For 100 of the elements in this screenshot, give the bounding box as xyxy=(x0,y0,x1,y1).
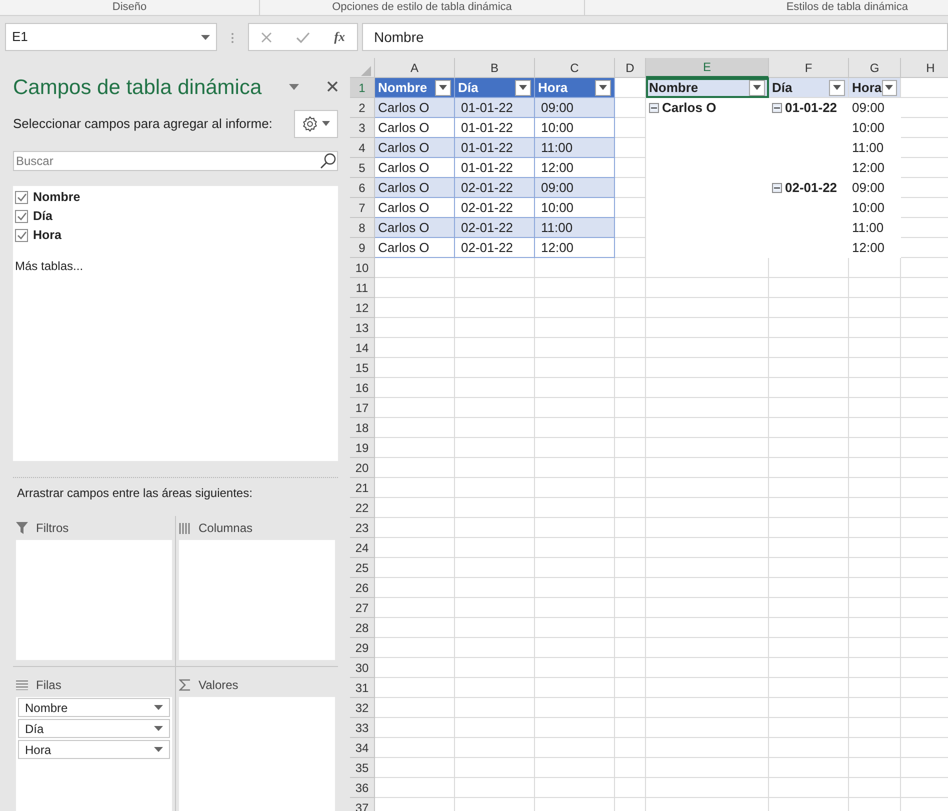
settings-button[interactable] xyxy=(294,110,338,138)
empty-cell[interactable] xyxy=(455,478,535,498)
empty-cell[interactable] xyxy=(455,678,535,698)
insert-function-button[interactable]: fx xyxy=(334,27,345,47)
empty-cell[interactable] xyxy=(615,518,646,538)
empty-cell[interactable] xyxy=(646,738,769,758)
empty-cell[interactable] xyxy=(455,578,535,598)
empty-cell[interactable] xyxy=(769,598,849,618)
empty-cell[interactable] xyxy=(455,718,535,738)
empty-cell[interactable] xyxy=(615,318,646,338)
empty-cell[interactable] xyxy=(535,398,615,418)
empty-cell[interactable] xyxy=(769,298,849,318)
empty-cell[interactable] xyxy=(455,618,535,638)
column-header[interactable]: G xyxy=(849,58,901,78)
empty-cell[interactable] xyxy=(849,378,901,398)
empty-cell[interactable] xyxy=(615,558,646,578)
collapse-icon[interactable] xyxy=(649,102,659,112)
empty-cell[interactable] xyxy=(646,318,769,338)
row-header[interactable]: 11 xyxy=(350,278,375,298)
empty-cell[interactable] xyxy=(769,418,849,438)
empty-cell[interactable] xyxy=(455,418,535,438)
empty-cell[interactable] xyxy=(646,278,769,298)
empty-cell[interactable] xyxy=(646,358,769,378)
column-header[interactable]: C xyxy=(535,58,615,78)
row-header[interactable]: 30 xyxy=(350,658,375,678)
empty-cell[interactable] xyxy=(455,598,535,618)
empty-cell[interactable] xyxy=(849,778,901,798)
empty-cell[interactable] xyxy=(535,418,615,438)
empty-cell[interactable] xyxy=(646,778,769,798)
empty-cell[interactable] xyxy=(615,158,646,178)
column-header[interactable]: F xyxy=(769,58,849,78)
empty-cell[interactable] xyxy=(535,478,615,498)
empty-cell[interactable] xyxy=(615,658,646,678)
empty-cell[interactable] xyxy=(535,638,615,658)
empty-cell[interactable] xyxy=(646,658,769,678)
empty-cell[interactable] xyxy=(455,278,535,298)
empty-cell[interactable] xyxy=(615,738,646,758)
empty-cell[interactable] xyxy=(646,438,769,458)
empty-cell[interactable] xyxy=(769,638,849,658)
empty-cell[interactable] xyxy=(769,318,849,338)
row-header[interactable]: 25 xyxy=(350,558,375,578)
empty-cell[interactable] xyxy=(615,698,646,718)
empty-cell[interactable] xyxy=(646,478,769,498)
empty-cell[interactable] xyxy=(646,518,769,538)
row-header[interactable]: 26 xyxy=(350,578,375,598)
empty-cell[interactable] xyxy=(646,398,769,418)
row-header[interactable]: 12 xyxy=(350,298,375,318)
empty-cell[interactable] xyxy=(849,478,901,498)
empty-cell[interactable] xyxy=(646,618,769,638)
empty-cell[interactable] xyxy=(769,558,849,578)
empty-cell[interactable] xyxy=(615,358,646,378)
checkbox[interactable] xyxy=(15,210,28,222)
empty-cell[interactable] xyxy=(646,458,769,478)
empty-cell[interactable] xyxy=(615,378,646,398)
empty-cell[interactable] xyxy=(535,538,615,558)
row-header[interactable]: 15 xyxy=(350,358,375,378)
empty-cell[interactable] xyxy=(849,638,901,658)
empty-cell[interactable] xyxy=(769,758,849,778)
empty-cell[interactable] xyxy=(849,718,901,738)
empty-cell[interactable] xyxy=(769,458,849,478)
empty-cell[interactable] xyxy=(849,518,901,538)
empty-cell[interactable] xyxy=(615,718,646,738)
empty-cell[interactable] xyxy=(769,778,849,798)
empty-cell[interactable] xyxy=(646,758,769,778)
empty-cell[interactable] xyxy=(535,318,615,338)
empty-cell[interactable] xyxy=(646,598,769,618)
empty-cell[interactable] xyxy=(455,338,535,358)
empty-cell[interactable] xyxy=(615,758,646,778)
column-header[interactable]: B xyxy=(455,58,535,78)
empty-cell[interactable] xyxy=(455,738,535,758)
empty-cell[interactable] xyxy=(535,618,615,638)
close-icon[interactable] xyxy=(327,81,338,92)
empty-cell[interactable] xyxy=(849,278,901,298)
area-field-item[interactable]: Hora xyxy=(18,740,170,759)
empty-cell[interactable] xyxy=(615,598,646,618)
row-header[interactable]: 31 xyxy=(350,678,375,698)
empty-cell[interactable] xyxy=(849,578,901,598)
empty-cell[interactable] xyxy=(615,638,646,658)
row-header[interactable]: 7 xyxy=(350,198,375,218)
empty-cell[interactable] xyxy=(849,318,901,338)
empty-cell[interactable] xyxy=(769,718,849,738)
empty-cell[interactable] xyxy=(849,658,901,678)
empty-cell[interactable] xyxy=(455,658,535,678)
empty-cell[interactable] xyxy=(455,698,535,718)
empty-cell[interactable] xyxy=(535,378,615,398)
filter-dropdown-button[interactable] xyxy=(595,80,611,96)
checkbox[interactable] xyxy=(15,190,28,204)
empty-cell[interactable] xyxy=(769,658,849,678)
row-header[interactable]: 20 xyxy=(350,458,375,478)
empty-cell[interactable] xyxy=(455,518,535,538)
empty-cell[interactable] xyxy=(535,438,615,458)
empty-cell[interactable] xyxy=(769,518,849,538)
empty-cell[interactable] xyxy=(535,678,615,698)
empty-cell[interactable] xyxy=(849,418,901,438)
row-header[interactable]: 35 xyxy=(350,758,375,778)
empty-cell[interactable] xyxy=(769,578,849,598)
empty-cell[interactable] xyxy=(769,698,849,718)
empty-cell[interactable] xyxy=(849,678,901,698)
empty-cell[interactable] xyxy=(849,498,901,518)
empty-cell[interactable] xyxy=(646,558,769,578)
